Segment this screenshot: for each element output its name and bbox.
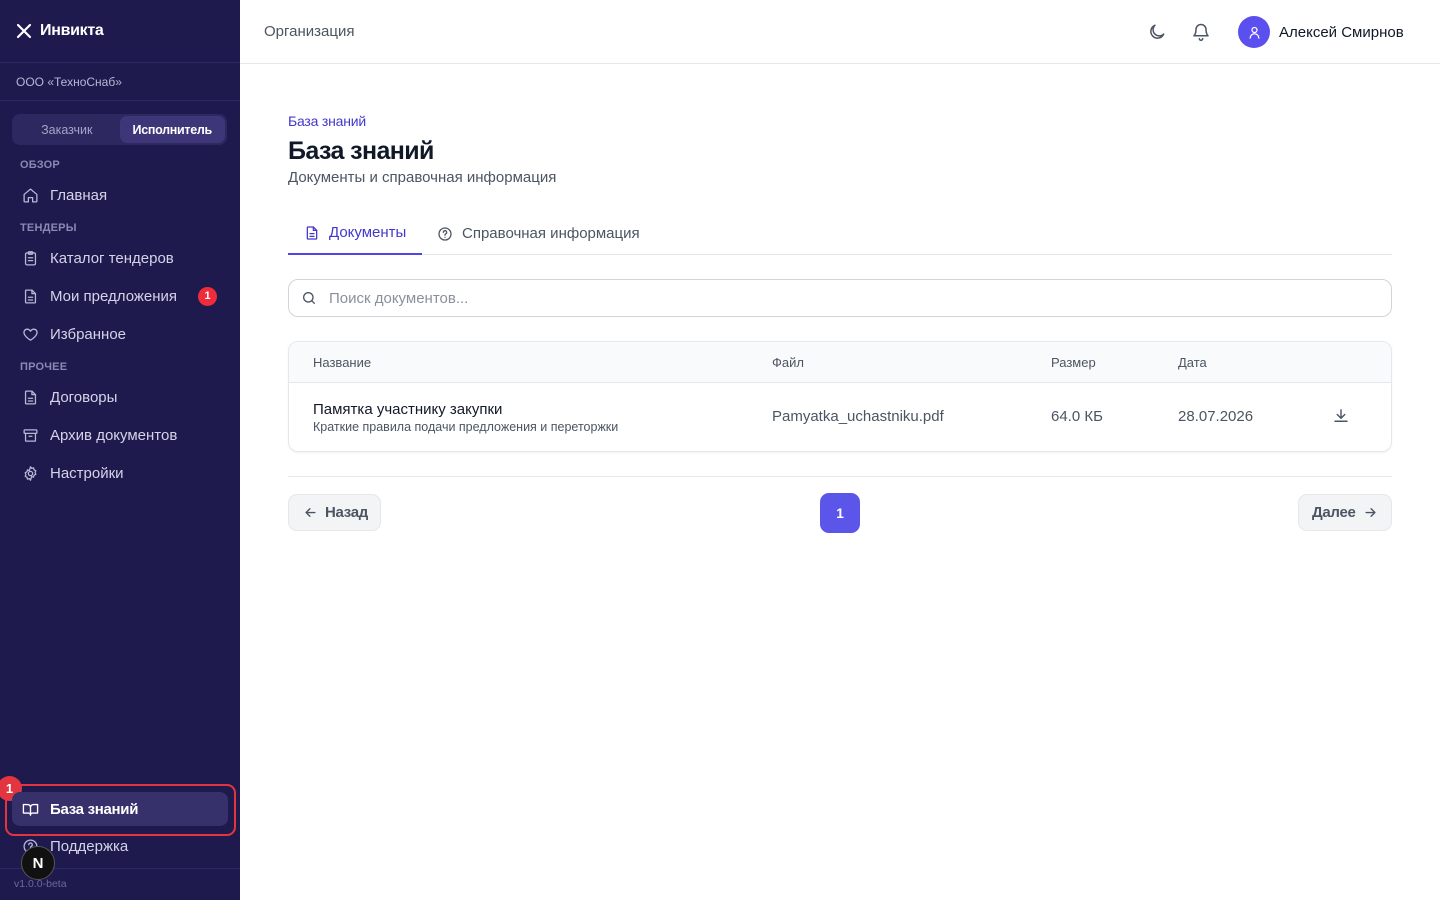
sidebar-item-label: Архив документов [50, 426, 178, 444]
table-row[interactable]: Памятка участнику закупки Краткие правил… [289, 383, 1391, 451]
notification-badge: 1 [198, 286, 217, 306]
column-header-size: Размер [1051, 355, 1096, 370]
sidebar-item-label: Настройки [50, 464, 124, 482]
sidebar-item-contracts[interactable]: Договоры [12, 380, 228, 414]
section-title-overview: ОБЗОР [20, 159, 60, 171]
page-number-button[interactable]: 1 [820, 493, 860, 533]
prev-page-label: Назад [325, 504, 368, 521]
document-icon [24, 288, 37, 304]
tab-reference-info[interactable]: Справочная информация [437, 212, 640, 255]
topbar: Организация Алексей Смирнов [240, 0, 1440, 64]
sidebar-item-label: Главная [50, 186, 108, 204]
avatar [1238, 16, 1270, 48]
archive-icon [23, 428, 38, 442]
sidebar-item-knowledge-base[interactable]: База знаний [12, 792, 228, 826]
column-header-name: Название [313, 355, 372, 370]
nextjs-dev-badge[interactable]: N [21, 846, 55, 880]
bell-icon[interactable] [1191, 22, 1211, 42]
role-contractor-button[interactable]: Исполнитель [119, 116, 225, 143]
tab-label: Справочная информация [462, 225, 640, 242]
column-header-file: Файл [772, 355, 804, 370]
sidebar-item-settings[interactable]: Настройки [12, 456, 228, 490]
tab-label: Документы [329, 224, 407, 241]
tabs: Документы Справочная информация [288, 212, 1392, 255]
document-date: 28.07.2026 [1178, 408, 1254, 425]
tab-documents[interactable]: Документы [288, 212, 423, 255]
sidebar-item-label: Договоры [50, 388, 118, 406]
brand-name: Инвикта [40, 22, 104, 39]
document-icon [306, 225, 318, 240]
search-icon [303, 292, 315, 304]
sidebar-item-label: Мои предложения [50, 287, 178, 305]
user-menu[interactable]: Алексей Смирнов [1238, 16, 1404, 48]
search-input[interactable] [329, 289, 1329, 307]
breadcrumb[interactable]: База знаний [288, 113, 366, 129]
document-file: Pamyatka_uchastniku.pdf [772, 408, 944, 425]
book-open-icon [22, 803, 39, 816]
prev-page-button[interactable]: Назад [288, 494, 381, 531]
next-page-label: Далее [1312, 504, 1356, 521]
sidebar-item-label: Поддержка [50, 837, 129, 855]
section-title-other: ПРОЧЕЕ [20, 361, 68, 373]
sidebar-item-catalog[interactable]: Каталог тендеров [12, 241, 228, 275]
arrow-right-icon [1364, 508, 1376, 517]
sidebar-item-label: Избранное [50, 325, 127, 343]
role-customer-button[interactable]: Заказчик [14, 116, 120, 143]
arrow-left-icon [305, 508, 316, 517]
brand[interactable]: Инвикта [0, 0, 240, 63]
user-name: Алексей Смирнов [1279, 23, 1404, 41]
role-switch: Заказчик Исполнитель [12, 114, 227, 145]
heart-icon [23, 328, 38, 341]
documents-table: Название Файл Размер Дата Памятка участн… [288, 341, 1392, 452]
section-title-tenders: ТЕНДЕРЫ [20, 222, 77, 234]
sidebar-item-home[interactable]: Главная [12, 178, 228, 212]
document-size: 64.0 КБ [1051, 408, 1103, 425]
sidebar-item-favorites[interactable]: Избранное [12, 317, 228, 351]
table-header: Название Файл Размер Дата [289, 342, 1391, 383]
page-subtitle: Документы и справочная информация [288, 169, 557, 186]
clipboard-icon [24, 250, 37, 266]
sidebar-item-my-offers[interactable]: Мои предложения 1 [12, 279, 228, 313]
sidebar-item-archive[interactable]: Архив документов [12, 418, 228, 452]
search-box [288, 279, 1392, 317]
close-x-logo-icon [16, 23, 32, 39]
organization-name: ООО «ТехноСнаб» [0, 63, 240, 101]
next-page-button[interactable]: Далее [1298, 494, 1392, 531]
sidebar-item-label: База знаний [50, 800, 139, 818]
pagination-divider [288, 476, 1392, 477]
document-icon [24, 389, 37, 405]
moon-icon[interactable] [1147, 22, 1167, 42]
help-circle-icon [438, 226, 452, 241]
gear-icon [24, 465, 37, 481]
home-icon [23, 187, 38, 203]
page-title: База знаний [288, 137, 434, 165]
user-icon [1249, 26, 1259, 39]
download-icon[interactable] [1332, 407, 1352, 427]
sidebar-item-label: Каталог тендеров [50, 249, 174, 267]
sidebar: Инвикта ООО «ТехноСнаб» Заказчик Исполни… [0, 0, 240, 900]
document-title: Памятка участнику закупки [313, 401, 503, 418]
document-description: Краткие правила подачи предложения и пер… [313, 420, 619, 434]
column-header-date: Дата [1178, 355, 1207, 370]
topbar-title: Организация [264, 23, 355, 40]
